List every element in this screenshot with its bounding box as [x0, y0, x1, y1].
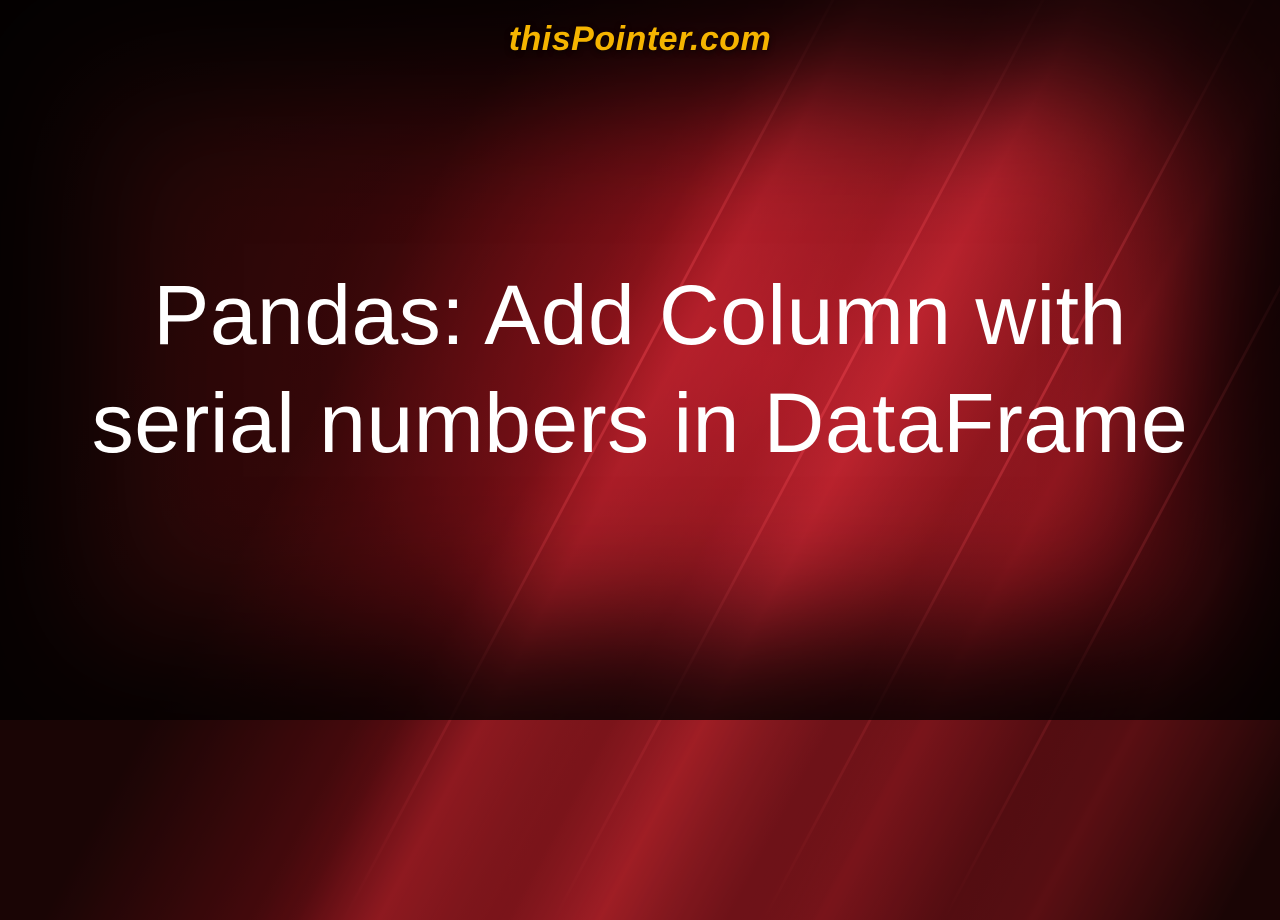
page-title: Pandas: Add Column with serial numbers i… [80, 262, 1200, 477]
title-container: Pandas: Add Column with serial numbers i… [0, 59, 1280, 720]
brand-logo: thisPointer.com [509, 20, 772, 59]
content-wrapper: thisPointer.com Pandas: Add Column with … [0, 0, 1280, 720]
